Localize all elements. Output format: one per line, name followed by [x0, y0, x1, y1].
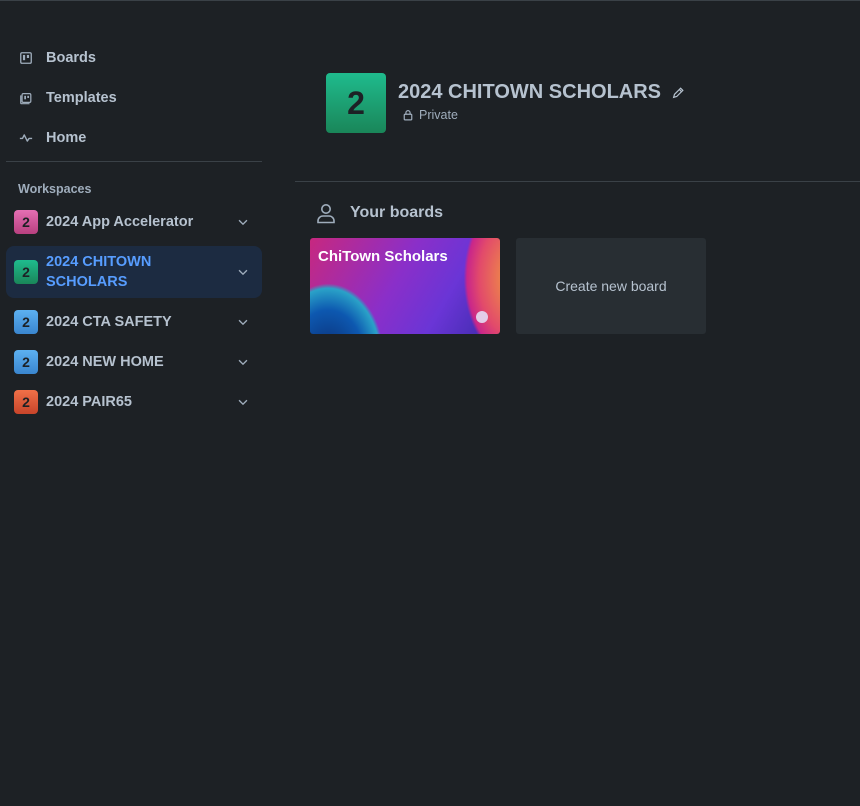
board-tile-chitown-scholars[interactable]: ChiTown Scholars — [310, 238, 500, 334]
chevron-down-icon[interactable] — [236, 355, 250, 369]
sidebar: Boards Templates Home Workspaces 2 2024 … — [6, 38, 262, 422]
lock-icon — [403, 110, 413, 121]
chevron-down-icon[interactable] — [236, 315, 250, 329]
create-new-board-button[interactable]: Create new board — [516, 238, 706, 334]
workspace-avatar: 2 — [14, 350, 38, 374]
nav-templates-label: Templates — [46, 90, 117, 106]
workspace-item-pair65[interactable]: 2 2024 PAIR65 — [6, 382, 262, 422]
workspace-title-text: 2024 CHITOWN SCHOLARS — [398, 81, 662, 103]
workspace-label: 2024 App Accelerator — [46, 214, 194, 230]
workspace-avatar: 2 — [14, 390, 38, 414]
workspace-logo: 2 — [326, 73, 386, 133]
visibility-label: Private — [419, 108, 458, 122]
workspace-label: 2024 PAIR65 — [46, 394, 132, 410]
your-boards-label: Your boards — [350, 204, 444, 221]
activity-icon — [18, 130, 34, 146]
workspace-label: 2024 CHITOWN SCHOLARS — [46, 254, 152, 290]
your-boards-heading: Your boards — [316, 202, 443, 224]
workspace-item-new-home[interactable]: 2 2024 NEW HOME — [6, 342, 262, 382]
nav-boards-label: Boards — [46, 50, 96, 66]
chevron-down-icon[interactable] — [236, 395, 250, 409]
nav-templates[interactable]: Templates — [6, 78, 262, 118]
nav-home-label: Home — [46, 130, 87, 146]
workspace-label: 2024 CTA SAFETY — [46, 314, 172, 330]
pencil-icon[interactable] — [671, 86, 685, 100]
nav-home[interactable]: Home — [6, 118, 262, 158]
workspace-item-chitown-scholars[interactable]: 2 2024 CHITOWN SCHOLARS — [6, 246, 262, 298]
workspace-label: 2024 NEW HOME — [46, 354, 164, 370]
chevron-down-icon[interactable] — [236, 215, 250, 229]
workspace-avatar: 2 — [14, 210, 38, 234]
chevron-down-icon[interactable] — [236, 265, 250, 279]
workspace-avatar: 2 — [14, 310, 38, 334]
top-border — [0, 0, 860, 1]
workspace-item-app-accelerator[interactable]: 2 2024 App Accelerator — [6, 202, 262, 242]
person-icon — [317, 204, 335, 224]
main-divider — [295, 181, 860, 182]
boards-icon — [18, 50, 34, 66]
nav-boards[interactable]: Boards — [6, 38, 262, 78]
create-new-board-label: Create new board — [555, 278, 667, 294]
workspaces-heading: Workspaces — [18, 182, 92, 196]
workspace-title: 2024 CHITOWN SCHOLARS — [398, 81, 685, 104]
visibility-indicator: Private — [402, 108, 458, 122]
workspace-item-cta-safety[interactable]: 2 2024 CTA SAFETY — [6, 302, 262, 342]
workspace-avatar: 2 — [14, 260, 38, 284]
templates-icon — [18, 90, 34, 106]
board-title: ChiTown Scholars — [318, 248, 448, 265]
board-dot — [476, 311, 488, 323]
